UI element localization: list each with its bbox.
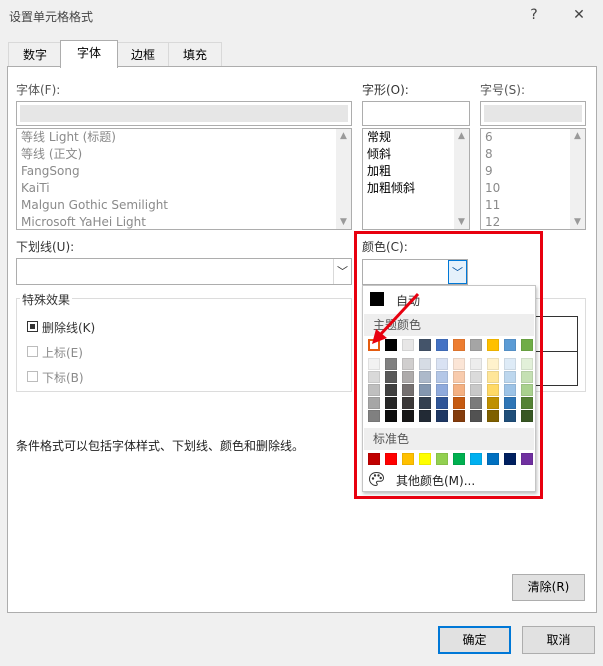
tab-font[interactable]: 字体 [60, 40, 118, 68]
list-item[interactable]: Malgun Gothic Semilight [17, 197, 351, 214]
tab-fill[interactable]: 填充 [168, 42, 222, 67]
style-list-scrollbar[interactable]: ▲ ▼ [454, 129, 469, 229]
scroll-down-icon[interactable]: ▼ [570, 215, 585, 229]
scroll-down-icon[interactable]: ▼ [336, 215, 351, 229]
style-list[interactable]: 常规 倾斜 加粗 加粗倾斜 ▲ ▼ [362, 128, 470, 230]
strikethrough-label: 删除线(K) [42, 321, 96, 335]
subscript-label: 下标(B) [42, 371, 84, 385]
scroll-up-icon[interactable]: ▲ [454, 129, 469, 143]
ok-button[interactable]: 确定 [438, 626, 511, 654]
chevron-down-icon[interactable]: ﹀ [333, 259, 351, 284]
underline-label: 下划线(U): [16, 240, 75, 254]
strikethrough-checkbox[interactable] [27, 321, 38, 332]
clear-button[interactable]: 清除(R) [512, 574, 585, 601]
subscript-checkbox[interactable] [27, 371, 38, 382]
scroll-up-icon[interactable]: ▲ [336, 129, 351, 143]
tab-border[interactable]: 边框 [116, 42, 170, 67]
superscript-label: 上标(E) [42, 346, 83, 360]
style-label: 字形(O): [362, 83, 409, 97]
tab-number[interactable]: 数字 [8, 42, 62, 67]
close-button[interactable]: ✕ [568, 4, 590, 26]
style-input[interactable] [362, 101, 470, 126]
annotation-arrow-icon [372, 292, 420, 344]
list-item[interactable]: 等线 Light (标题) [17, 129, 351, 146]
window-title: 设置单元格格式 [9, 10, 94, 24]
font-list[interactable]: 等线 Light (标题) 等线 (正文) FangSong KaiTi Mal… [16, 128, 352, 230]
size-input[interactable] [480, 101, 586, 126]
size-label: 字号(S): [480, 83, 526, 97]
list-item[interactable]: KaiTi [17, 180, 351, 197]
scroll-down-icon[interactable]: ▼ [454, 215, 469, 229]
cancel-button[interactable]: 取消 [522, 626, 595, 654]
list-item[interactable]: FangSong [17, 163, 351, 180]
list-item[interactable]: Microsoft YaHei Light [17, 214, 351, 229]
info-text: 条件格式可以包括字体样式、下划线、颜色和删除线。 [16, 439, 305, 453]
scroll-up-icon[interactable]: ▲ [570, 129, 585, 143]
underline-select[interactable]: ﹀ [16, 258, 352, 285]
font-label: 字体(F): [16, 83, 61, 97]
help-button[interactable]: ? [523, 4, 545, 26]
effects-label: 特殊效果 [20, 291, 73, 308]
font-list-scrollbar[interactable]: ▲ ▼ [336, 129, 351, 229]
superscript-checkbox[interactable] [27, 346, 38, 357]
highlight-frame [354, 231, 543, 499]
size-list-scrollbar[interactable]: ▲ ▼ [570, 129, 585, 229]
font-input[interactable] [16, 101, 352, 126]
size-list[interactable]: 6 8 9 10 11 12 ▲ ▼ [480, 128, 586, 230]
list-item[interactable]: 等线 (正文) [17, 146, 351, 163]
